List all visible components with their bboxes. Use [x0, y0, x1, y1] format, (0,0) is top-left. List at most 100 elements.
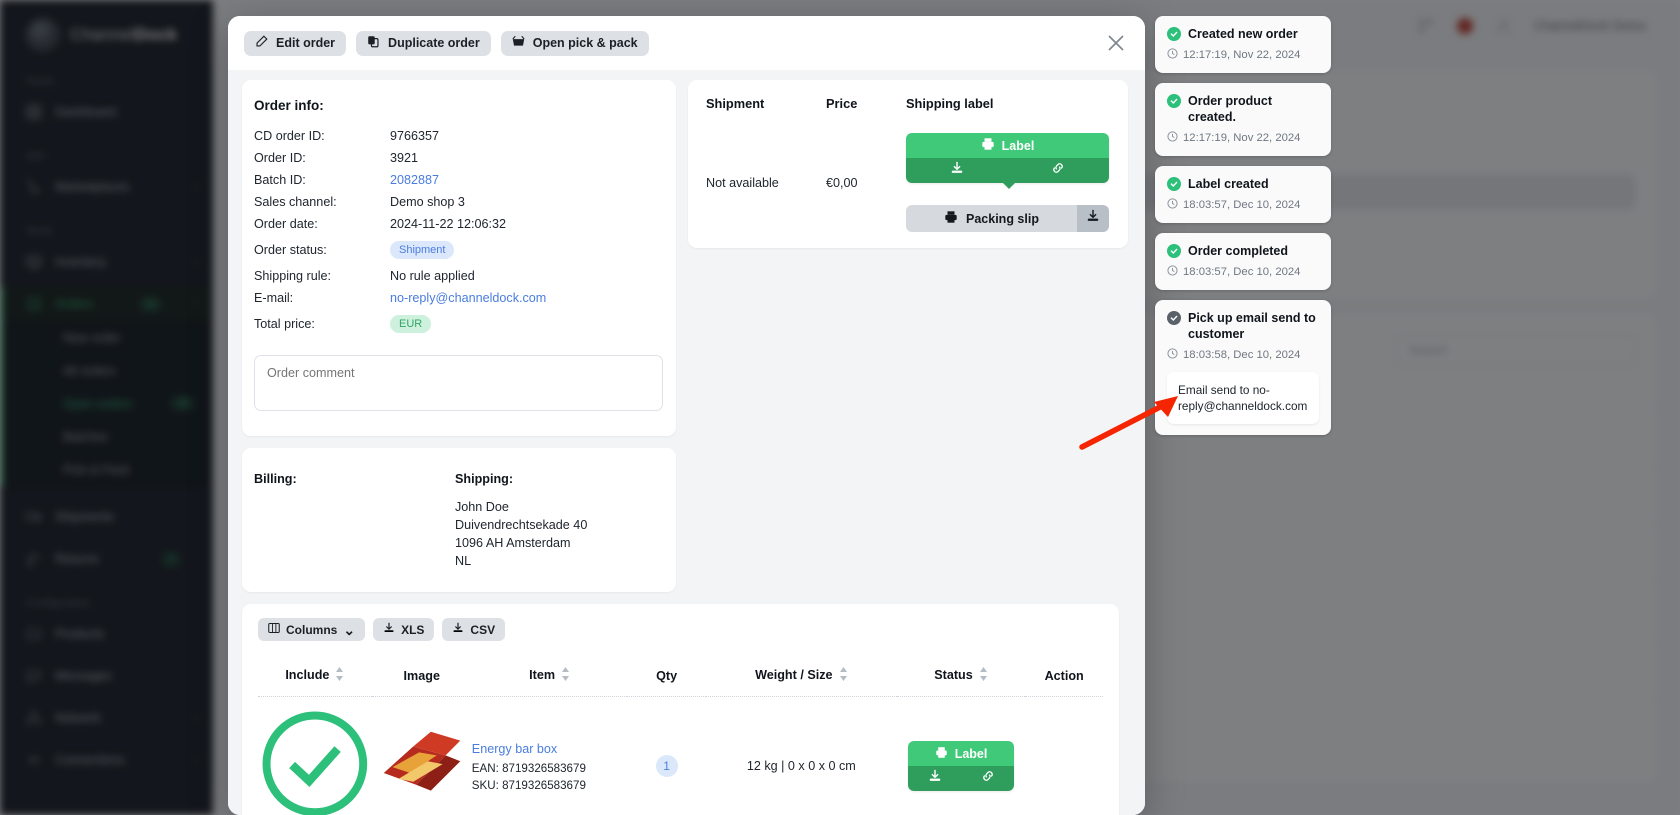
sort-icon[interactable] — [979, 667, 988, 684]
th-status[interactable]: Status — [896, 659, 1026, 697]
download-packing-slip-button[interactable] — [1077, 205, 1109, 232]
shipping-line: John Doe — [455, 500, 509, 514]
row-key: CD order ID: — [254, 129, 325, 143]
row-label-button-top[interactable]: Label — [908, 741, 1015, 767]
download-icon — [1086, 209, 1100, 228]
open-pick-pack-button[interactable]: Open pick & pack — [500, 30, 649, 56]
order-detail-modal: Edit order Duplicate order Open pick & p… — [228, 16, 1145, 815]
download-icon — [452, 622, 464, 637]
clock-icon — [1167, 348, 1178, 362]
order-timeline: Created new order 12:17:19, Nov 22, 2024… — [1155, 16, 1331, 445]
row-value: 2024-11-22 12:06:32 — [390, 217, 507, 231]
row-key: Shipping rule: — [254, 269, 332, 283]
th-include[interactable]: Include — [258, 659, 372, 697]
order-info-row-order-status: Order status: Shipment — [254, 235, 656, 265]
shipment-row: Not available €0,00 Label Packing slip — [706, 133, 1112, 232]
sort-icon[interactable] — [839, 667, 848, 684]
label-button-top[interactable]: Label — [906, 133, 1109, 158]
th-action: Action — [1025, 659, 1103, 697]
check-circle-icon — [1167, 244, 1181, 258]
order-info-row-total-price: Total price: EUR — [254, 309, 656, 339]
th-item-label: Item — [529, 667, 556, 682]
label-button-text: Label — [1001, 138, 1035, 153]
order-items-card: Columns ⌄ XLS CSV Include Image Item Qty… — [242, 604, 1119, 815]
timeline-card-created-new-order[interactable]: Created new order 12:17:19, Nov 22, 2024 — [1155, 16, 1331, 73]
th-include-label: Include — [285, 667, 330, 682]
timeline-time-row: 12:17:19, Nov 22, 2024 — [1167, 48, 1319, 62]
billing-address: Billing: — [254, 470, 455, 570]
edit-order-label: Edit order — [276, 36, 336, 50]
timeline-card-label-created[interactable]: Label created 18:03:57, Dec 10, 2024 — [1155, 166, 1331, 223]
shipment-table-header: Shipment Price Shipping label — [706, 96, 1112, 111]
label-dropdown-caret-icon[interactable] — [1003, 183, 1015, 189]
th-weight-size[interactable]: Weight / Size — [705, 659, 897, 697]
row-value: Demo shop 3 — [390, 195, 465, 209]
timeline-timestamp: 18:03:57, Dec 10, 2024 — [1183, 199, 1301, 211]
timeline-card-pickup-email[interactable]: Pick up email send to customer 18:03:58,… — [1155, 300, 1331, 435]
row-copy-label-link-button[interactable] — [961, 766, 1014, 791]
row-value: 9766357 — [390, 129, 440, 143]
th-item[interactable]: Item — [471, 659, 628, 697]
duplicate-order-button[interactable]: Duplicate order — [356, 30, 491, 56]
email-link[interactable]: no-reply@channeldock.com — [390, 291, 546, 305]
clock-icon — [1167, 265, 1178, 279]
row-key: Sales channel: — [254, 195, 337, 209]
columns-button[interactable]: Columns ⌄ — [258, 618, 366, 641]
download-icon — [383, 622, 395, 637]
include-cell[interactable] — [258, 696, 372, 815]
order-info-row-order-date: Order date: 2024-11-22 12:06:32 — [254, 213, 656, 235]
order-comment-input[interactable] — [254, 355, 663, 411]
clock-icon — [1167, 198, 1178, 212]
row-label-text: Label — [954, 746, 988, 761]
th-qty: Qty — [627, 659, 706, 697]
pickpack-icon — [512, 35, 525, 51]
item-name-link[interactable]: Energy bar box — [472, 742, 557, 756]
currency-badge: EUR — [390, 315, 432, 333]
close-icon[interactable] — [1103, 30, 1129, 56]
item-ean: EAN: 8719326583679 — [471, 762, 586, 776]
timeline-title: Pick up email send to customer — [1188, 311, 1316, 341]
row-label-button-bottom — [908, 766, 1015, 792]
timeline-card-order-completed[interactable]: Order completed 18:03:57, Dec 10, 2024 — [1155, 233, 1331, 290]
timeline-time-row: 12:17:19, Nov 22, 2024 — [1167, 131, 1319, 145]
items-table-body: Energy bar box EAN: 8719326583679 SKU: 8… — [258, 696, 1103, 815]
top-section: Order info: CD order ID: 9766357 Order I… — [242, 80, 1131, 592]
order-info-row-email: E-mail: no-reply@channeldock.com — [254, 287, 656, 309]
download-label-button[interactable] — [906, 158, 1008, 183]
check-circle-icon[interactable] — [258, 711, 372, 815]
export-csv-button[interactable]: CSV — [442, 618, 506, 641]
th-image-label: Image — [403, 668, 440, 683]
timeline-card-order-product-created[interactable]: Order product created. 12:17:19, Nov 22,… — [1155, 83, 1331, 156]
timeline-note: Email send to no-reply@channeldock.com — [1167, 372, 1319, 424]
col-price: Price — [826, 96, 858, 111]
printer-icon — [935, 746, 948, 762]
status-cell: Label — [896, 696, 1026, 815]
printer-icon — [944, 210, 958, 227]
export-xls-button[interactable]: XLS — [373, 618, 435, 641]
clock-icon — [1167, 48, 1178, 62]
open-pick-pack-label: Open pick & pack — [532, 36, 638, 50]
row-label-button[interactable]: Label — [908, 741, 1015, 792]
item-cell: Energy bar box EAN: 8719326583679 SKU: 8… — [471, 696, 628, 815]
timeline-time-row: 18:03:57, Dec 10, 2024 — [1167, 198, 1319, 212]
row-value: No rule applied — [390, 269, 475, 283]
table-row[interactable]: Energy bar box EAN: 8719326583679 SKU: 8… — [258, 696, 1103, 815]
th-status-label: Status — [934, 667, 973, 682]
copy-icon — [367, 35, 380, 51]
sort-icon[interactable] — [561, 667, 570, 684]
row-key: Order status: — [254, 243, 327, 257]
shipping-address: Shipping: John Doe Duivendrechtsekade 40… — [455, 470, 656, 570]
sort-icon[interactable] — [335, 667, 344, 684]
row-key: E-mail: — [254, 291, 294, 305]
edit-order-button[interactable]: Edit order — [244, 30, 347, 56]
batch-id-link[interactable]: 2082887 — [390, 173, 439, 187]
label-button[interactable]: Label — [906, 133, 1109, 183]
order-info-row-order-id: Order ID: 3921 — [254, 147, 656, 169]
row-download-label-button[interactable] — [908, 766, 961, 791]
col-shipping-label: Shipping label — [906, 96, 994, 111]
timeline-timestamp: 18:03:57, Dec 10, 2024 — [1183, 266, 1301, 278]
copy-label-link-button[interactable] — [1008, 158, 1110, 183]
weight-size-cell: 12 kg | 0 x 0 x 0 cm — [705, 696, 897, 815]
packing-slip-button[interactable]: Packing slip — [906, 205, 1077, 232]
row-key: Order date: — [254, 217, 318, 231]
